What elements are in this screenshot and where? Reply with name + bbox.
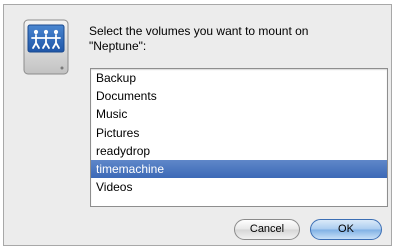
- dialog-message-line-2: "Neptune":: [89, 39, 147, 53]
- volume-item[interactable]: Pictures: [91, 124, 387, 142]
- volume-item[interactable]: Documents: [91, 87, 387, 105]
- cancel-button[interactable]: Cancel: [234, 219, 300, 240]
- mount-volumes-dialog: Select the volumes you want to mount on …: [3, 4, 392, 246]
- dialog-message: Select the volumes you want to mount on …: [89, 24, 379, 54]
- volume-item[interactable]: Backup: [91, 69, 387, 87]
- volume-item[interactable]: timemachine: [91, 159, 387, 179]
- volume-list[interactable]: Backup Documents Music Pictures readydro…: [90, 68, 388, 207]
- volume-item[interactable]: Videos: [91, 178, 387, 196]
- volume-item[interactable]: Music: [91, 105, 387, 123]
- network-drive-icon: [23, 19, 69, 75]
- dialog-message-line-1: Select the volumes you want to mount on: [89, 24, 309, 38]
- ok-button[interactable]: OK: [310, 219, 382, 240]
- volume-item[interactable]: readydrop: [91, 142, 387, 160]
